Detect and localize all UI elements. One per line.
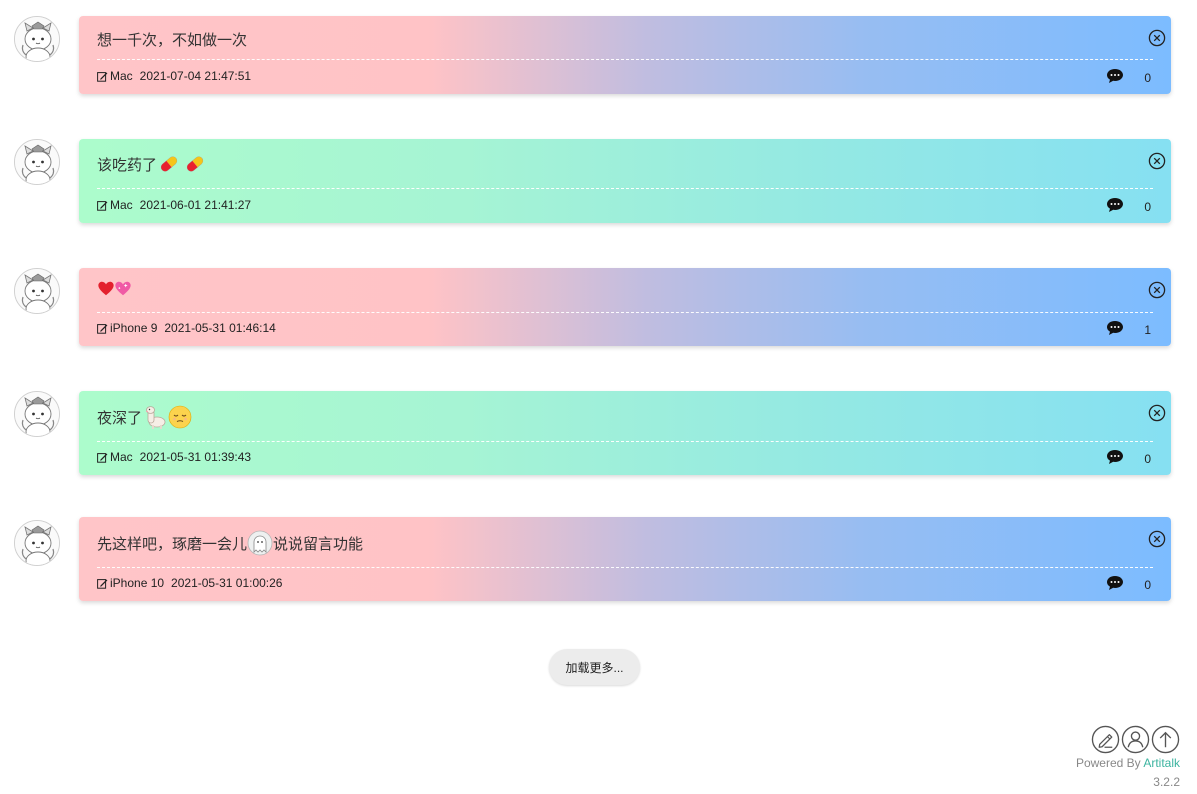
pill-emoji: [157, 152, 183, 176]
post-text-after: 说说留言功能: [273, 535, 364, 553]
delete-post-button[interactable]: [1148, 530, 1166, 548]
post-date: 2021-06-01 21:41:27: [139, 198, 252, 212]
edit-button[interactable]: [1091, 725, 1120, 754]
alpaca-emoji: [142, 404, 168, 430]
comment-count: 0: [1144, 452, 1151, 466]
close-circle-icon: [1148, 281, 1166, 303]
user-icon: [1121, 725, 1150, 754]
arrow-up-icon: [1151, 725, 1180, 754]
user-button[interactable]: [1121, 725, 1150, 754]
delete-post-button[interactable]: [1148, 281, 1166, 299]
avatar: [14, 520, 60, 566]
avatar: [14, 139, 60, 185]
close-circle-icon: [1148, 530, 1166, 552]
post-meta: iPhone 9 2021-05-31 01:46:14: [97, 321, 276, 335]
post-date: 2021-07-04 21:47:51: [139, 69, 252, 83]
post-date: 2021-05-31 01:46:14: [164, 321, 276, 335]
comment-button[interactable]: 0: [1106, 574, 1151, 592]
divider: [97, 188, 1153, 189]
comment-icon: [1106, 449, 1134, 465]
device-icon: [97, 452, 108, 463]
edit-icon: [1091, 725, 1120, 754]
post-text: 先这样吧，琢磨一会儿: [97, 535, 248, 553]
device-name: Mac: [110, 450, 133, 464]
sparkling-heart-emoji: [114, 280, 132, 298]
artitalk-link[interactable]: Artitalk: [1143, 756, 1180, 770]
avatar: [14, 16, 60, 62]
post-text: 想一千次，不如做一次: [97, 32, 248, 49]
comment-button[interactable]: 0: [1106, 448, 1151, 466]
comment-count: 0: [1144, 578, 1151, 592]
device-icon: [97, 71, 108, 82]
post-content: 该吃药了: [97, 152, 209, 176]
post-card: iPhone 9 2021-05-31 01:46:14 1: [79, 268, 1171, 346]
comment-button[interactable]: 0: [1106, 67, 1151, 85]
post-content: 先这样吧，琢磨一会儿 说说留言功能: [97, 530, 363, 556]
comment-count: 1: [1144, 323, 1151, 337]
powered-by: Powered By Artitalk: [1076, 756, 1180, 770]
comment-button[interactable]: 0: [1106, 196, 1151, 214]
post-content: 想一千次，不如做一次: [97, 29, 247, 50]
close-circle-icon: [1148, 404, 1166, 426]
device-name: Mac: [110, 69, 133, 83]
pill-emoji: [183, 152, 209, 176]
close-circle-icon: [1148, 29, 1166, 51]
device-icon: [97, 200, 108, 211]
comment-icon: [1106, 68, 1134, 84]
back-to-top-button[interactable]: [1151, 725, 1180, 754]
device-name: Mac: [110, 198, 133, 212]
post-meta: Mac 2021-05-31 01:39:43: [97, 450, 251, 464]
divider: [97, 312, 1153, 313]
device-icon: [97, 578, 108, 589]
post-text: 夜深了: [97, 409, 143, 427]
comment-icon: [1106, 575, 1134, 591]
comment-count: 0: [1144, 71, 1151, 85]
divider: [97, 441, 1153, 442]
post-card: 想一千次，不如做一次 Mac 2021-07-04 21:47:51 0: [79, 16, 1171, 94]
version-label: 3.2.2: [1153, 775, 1180, 789]
powered-prefix: Powered By: [1075, 756, 1144, 770]
device-name: iPhone 10: [110, 576, 165, 590]
sleepy-face-emoji: [168, 405, 194, 429]
post-date: 2021-05-31 01:39:43: [139, 450, 252, 464]
avatar: [14, 391, 60, 437]
post-card: 先这样吧，琢磨一会儿 说说留言功能 iPhone 10 2021-05-31 01:0…: [79, 517, 1171, 601]
divider: [97, 567, 1153, 568]
post-text: 该吃药了: [97, 156, 158, 174]
delete-post-button[interactable]: [1148, 29, 1166, 47]
comment-button[interactable]: 1: [1106, 319, 1151, 337]
delete-post-button[interactable]: [1148, 152, 1166, 170]
post-content: [97, 280, 132, 298]
post-meta: Mac 2021-07-04 21:47:51: [97, 69, 251, 83]
delete-post-button[interactable]: [1148, 404, 1166, 422]
comment-count: 0: [1144, 200, 1151, 214]
post-content: 夜深了: [97, 404, 194, 430]
comment-icon: [1106, 197, 1134, 213]
divider: [97, 59, 1153, 60]
post-meta: Mac 2021-06-01 21:41:27: [97, 198, 251, 212]
avatar: [14, 268, 60, 314]
post-meta: iPhone 10 2021-05-31 01:00:26: [97, 576, 282, 590]
comment-icon: [1106, 320, 1134, 336]
post-card: 夜深了 Mac 2021-05-31 01:39:43 0: [79, 391, 1171, 475]
ghost-emoji: [247, 530, 273, 556]
post-card: 该吃药了 Mac 2021-06-01 21:41:27 0: [79, 139, 1171, 223]
load-more-button[interactable]: 加载更多...: [549, 649, 640, 685]
device-icon: [97, 323, 108, 334]
device-name: iPhone 9: [110, 321, 158, 335]
post-date: 2021-05-31 01:00:26: [171, 576, 283, 590]
red-heart-emoji: [97, 280, 114, 298]
close-circle-icon: [1148, 152, 1166, 174]
